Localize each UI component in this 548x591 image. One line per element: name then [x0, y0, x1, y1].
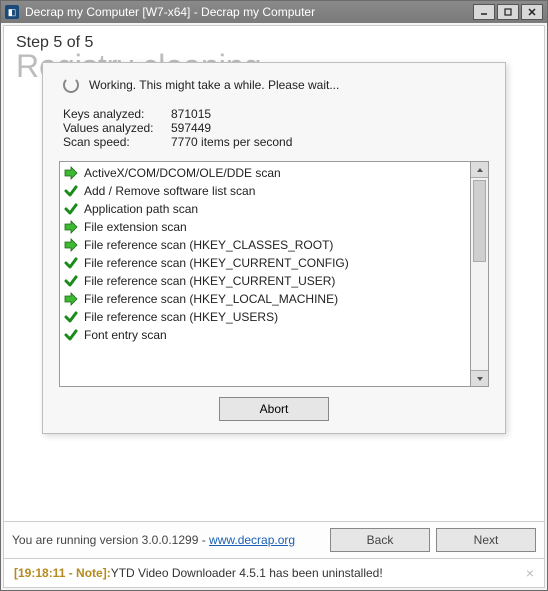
list-item[interactable]: Add / Remove software list scan [60, 182, 470, 200]
arrow-icon [64, 238, 78, 252]
check-icon [64, 202, 78, 216]
website-link[interactable]: www.decrap.org [209, 533, 295, 547]
speed-value: 7770 items per second [171, 135, 292, 149]
check-icon [64, 184, 78, 198]
version-prefix: You are running version 3.0.0.1299 - [12, 533, 209, 547]
scan-list-wrap: ActiveX/COM/DCOM/OLE/DDE scan Add / Remov… [59, 161, 489, 387]
list-item[interactable]: File reference scan (HKEY_LOCAL_MACHINE) [60, 290, 470, 308]
dialog-buttons: Abort [59, 387, 489, 421]
list-item-label: File reference scan (HKEY_CURRENT_USER) [84, 274, 335, 288]
list-item-label: Font entry scan [84, 328, 167, 342]
list-item[interactable]: File reference scan (HKEY_USERS) [60, 308, 470, 326]
version-text: You are running version 3.0.0.1299 - www… [12, 533, 295, 547]
list-item-label: File reference scan (HKEY_LOCAL_MACHINE) [84, 292, 338, 306]
titlebar: ◧ Decrap my Computer [W7-x64] - Decrap m… [1, 1, 547, 23]
log-row: [19:18:11 - Note]: YTD Video Downloader … [4, 559, 544, 587]
window-buttons [473, 4, 543, 20]
spinner-icon [63, 77, 79, 93]
speed-label: Scan speed: [63, 135, 171, 149]
progress-dialog: Working. This might take a while. Please… [42, 62, 506, 434]
list-item[interactable]: File extension scan [60, 218, 470, 236]
abort-button[interactable]: Abort [219, 397, 329, 421]
list-item-label: Add / Remove software list scan [84, 184, 255, 198]
list-item-label: File extension scan [84, 220, 187, 234]
minimize-button[interactable] [473, 4, 495, 20]
maximize-button[interactable] [497, 4, 519, 20]
keys-label: Keys analyzed: [63, 107, 171, 121]
close-button[interactable] [521, 4, 543, 20]
list-item[interactable]: ActiveX/COM/DCOM/OLE/DDE scan [60, 164, 470, 182]
log-close-icon[interactable]: × [526, 565, 534, 581]
back-button[interactable]: Back [330, 528, 430, 552]
list-item-label: File reference scan (HKEY_USERS) [84, 310, 278, 324]
values-label: Values analyzed: [63, 121, 171, 135]
check-icon [64, 310, 78, 324]
arrow-icon [64, 166, 78, 180]
scrollbar[interactable] [471, 161, 489, 387]
list-item-label: Application path scan [84, 202, 198, 216]
scan-list: ActiveX/COM/DCOM/OLE/DDE scan Add / Remov… [59, 161, 471, 387]
working-row: Working. This might take a while. Please… [59, 77, 489, 93]
check-icon [64, 256, 78, 270]
working-text: Working. This might take a while. Please… [89, 78, 339, 92]
list-item[interactable]: File reference scan (HKEY_CURRENT_USER) [60, 272, 470, 290]
arrow-icon [64, 292, 78, 306]
list-item[interactable]: Font entry scan [60, 326, 470, 344]
arrow-icon [64, 220, 78, 234]
list-item[interactable]: File reference scan (HKEY_CURRENT_CONFIG… [60, 254, 470, 272]
window-title: Decrap my Computer [W7-x64] - Decrap my … [25, 5, 473, 19]
list-item-label: File reference scan (HKEY_CURRENT_CONFIG… [84, 256, 349, 270]
scroll-down-button[interactable] [471, 370, 488, 386]
list-item-label: File reference scan (HKEY_CLASSES_ROOT) [84, 238, 333, 252]
values-value: 597449 [171, 121, 211, 135]
app-window: ◧ Decrap my Computer [W7-x64] - Decrap m… [0, 0, 548, 591]
log-stamp: [19:18:11 - Note]: [14, 566, 111, 580]
list-item[interactable]: File reference scan (HKEY_CLASSES_ROOT) [60, 236, 470, 254]
log-message: YTD Video Downloader 4.5.1 has been unin… [111, 566, 383, 580]
list-item[interactable]: Application path scan [60, 200, 470, 218]
scroll-up-button[interactable] [471, 162, 488, 178]
app-icon: ◧ [5, 5, 19, 19]
check-icon [64, 274, 78, 288]
scroll-thumb[interactable] [471, 178, 488, 370]
list-item-label: ActiveX/COM/DCOM/OLE/DDE scan [84, 166, 281, 180]
stats: Keys analyzed:871015 Values analyzed:597… [59, 107, 489, 149]
next-button[interactable]: Next [436, 528, 536, 552]
spacer [4, 434, 544, 521]
footer: You are running version 3.0.0.1299 - www… [4, 521, 544, 559]
client-area: Step 5 of 5 Registry cleaning Working. T… [3, 25, 545, 588]
check-icon [64, 328, 78, 342]
keys-value: 871015 [171, 107, 211, 121]
